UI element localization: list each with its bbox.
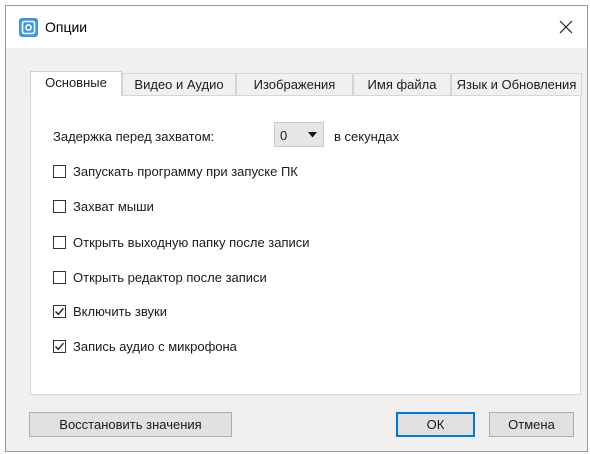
capture-delay-label: Задержка перед захватом: — [53, 129, 215, 144]
close-icon — [559, 20, 573, 34]
option-label: Открыть выходную папку после записи — [73, 235, 310, 250]
option-label: Запускать программу при запуске ПК — [73, 164, 298, 179]
checkbox[interactable] — [53, 236, 66, 249]
cancel-button[interactable]: Отмена — [489, 412, 574, 437]
option-label: Включить звуки — [73, 304, 167, 319]
general-panel: Задержка перед захватом: 0 в секундах За… — [30, 95, 581, 395]
capture-delay-unit: в секундах — [334, 129, 400, 144]
title-bar: Опции — [6, 6, 587, 48]
option-label: Запись аудио с микрофона — [73, 339, 237, 354]
tab-general[interactable]: Основные — [30, 71, 122, 96]
capture-delay-select[interactable]: 0 — [274, 122, 324, 147]
close-button[interactable] — [545, 6, 587, 48]
option-label: Открыть редактор после записи — [73, 270, 267, 285]
capture-delay-value: 0 — [280, 128, 288, 143]
tab-bar: Основные Видео и Аудио Изображения Имя ф… — [30, 71, 582, 96]
tab-video-audio[interactable]: Видео и Аудио — [122, 73, 236, 95]
checkmark-icon — [55, 342, 65, 351]
checkbox[interactable] — [53, 165, 66, 178]
checkbox[interactable] — [53, 305, 66, 318]
dropdown-arrow-icon — [308, 132, 317, 138]
tab-file-name[interactable]: Имя файла — [353, 73, 451, 95]
tab-images[interactable]: Изображения — [236, 73, 353, 95]
options-dialog: Опции Основные Видео и Аудио Изображения… — [5, 5, 588, 452]
checkmark-icon — [55, 307, 65, 316]
checkbox[interactable] — [53, 271, 66, 284]
checkbox[interactable] — [53, 200, 66, 213]
option-label: Захват мыши — [73, 199, 154, 214]
tab-language-updates[interactable]: Язык и Обновления — [451, 73, 582, 95]
window-title: Опции — [45, 19, 88, 35]
app-icon — [19, 18, 38, 37]
checkbox[interactable] — [53, 340, 66, 353]
restore-defaults-button[interactable]: Восстановить значения — [29, 412, 232, 437]
ok-button[interactable]: ОК — [396, 412, 475, 437]
